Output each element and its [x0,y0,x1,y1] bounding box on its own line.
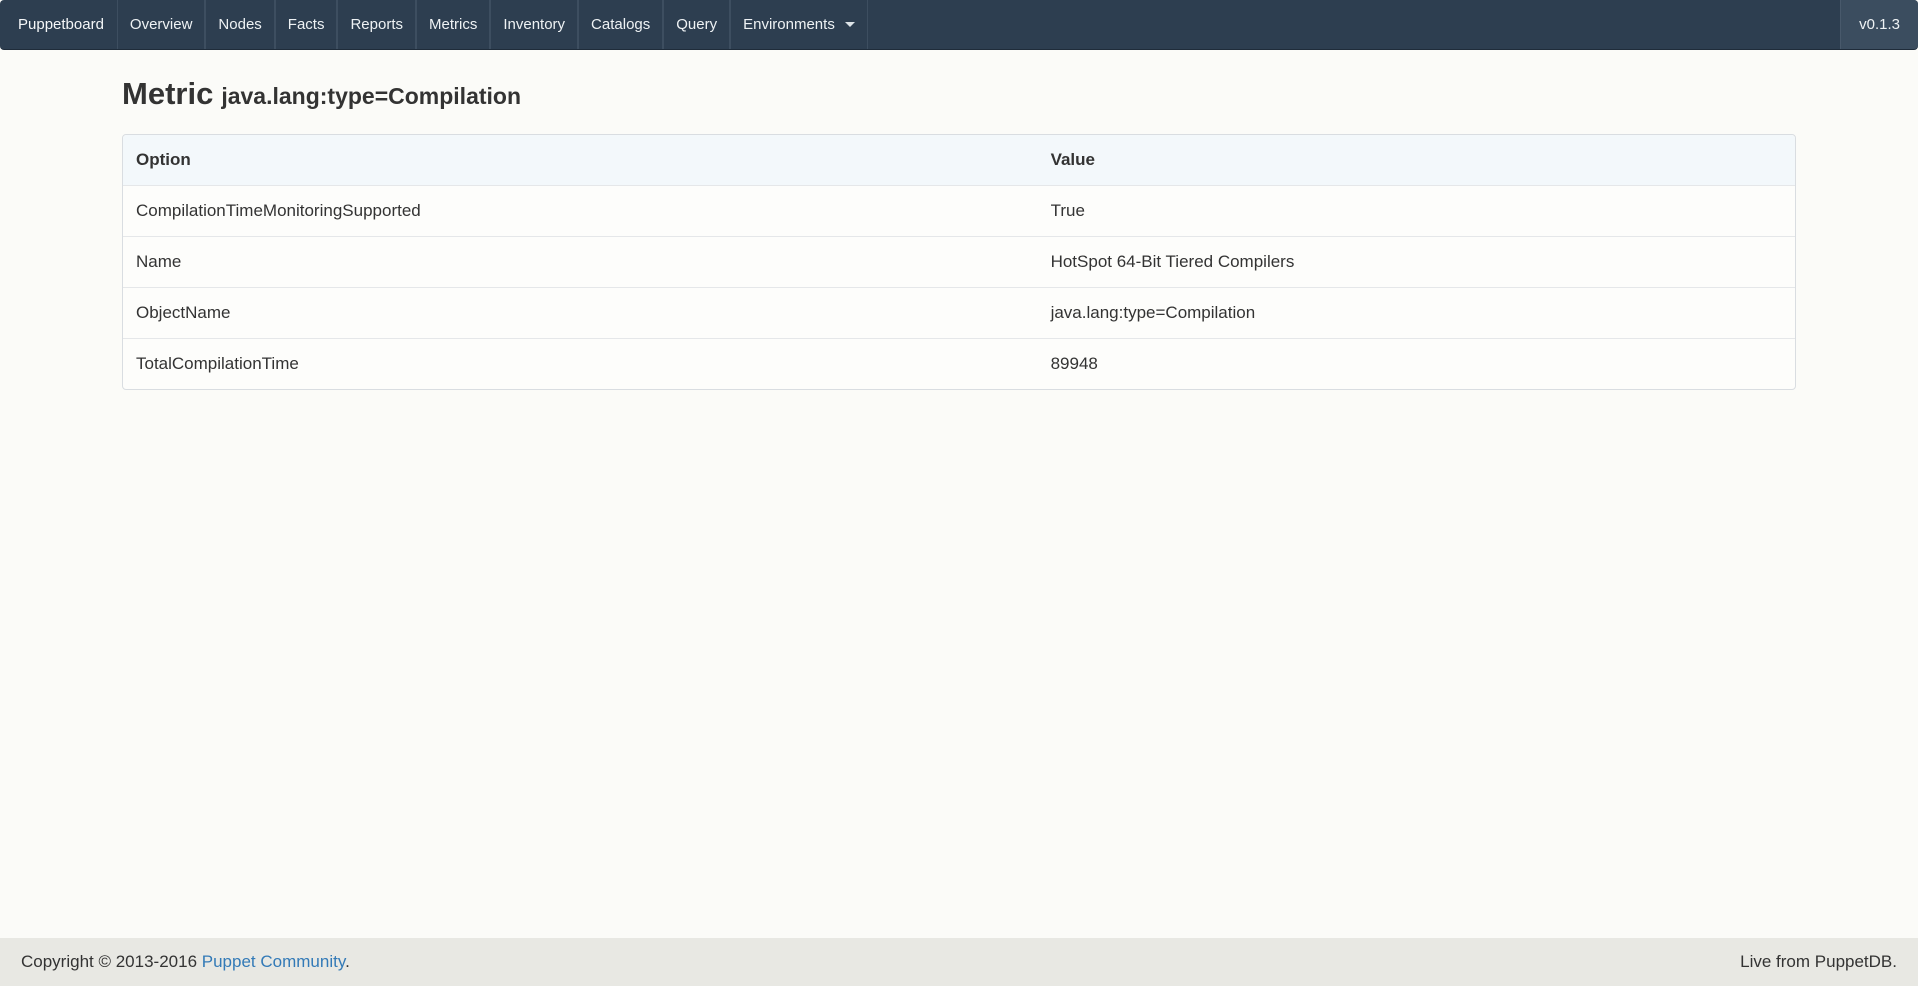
nav-item-label: Query [676,16,717,33]
nav-item-label: Metrics [429,16,477,33]
nav-item-overview[interactable]: Overview [117,0,206,49]
cell-option: ObjectName [123,287,1038,338]
puppet-community-link[interactable]: Puppet Community [202,952,345,971]
nav-item-inventory[interactable]: Inventory [490,0,578,49]
navbar-spacer [868,0,1840,49]
column-header-value: Value [1038,135,1795,185]
nav-item-label: Inventory [503,16,565,33]
page-title-text: Metric [122,76,213,111]
nav-item-query[interactable]: Query [663,0,730,49]
nav-item-reports[interactable]: Reports [337,0,416,49]
main-content: Metric java.lang:type=Compilation Option … [0,50,1918,938]
table-header-row: Option Value [123,135,1795,185]
navbar-menu: Overview Nodes Facts Reports Metrics Inventor… [117,0,868,49]
metric-table: Option Value CompilationTimeMonitoringSu… [122,134,1796,390]
nav-item-environments[interactable]: Environments [730,0,868,49]
nav-item-label: Nodes [218,16,261,33]
cell-option: CompilationTimeMonitoringSupported [123,185,1038,236]
nav-item-label: Catalogs [591,16,650,33]
version-badge: v0.1.3 [1840,0,1918,49]
cell-value: True [1038,185,1795,236]
column-header-option: Option [123,135,1038,185]
table-row: TotalCompilationTime89948 [123,338,1795,389]
cell-value: java.lang:type=Compilation [1038,287,1795,338]
nav-item-label: Reports [350,16,403,33]
footer: Copyright © 2013-2016 Puppet Community. … [0,938,1918,986]
cell-option: Name [123,236,1038,287]
nav-item-catalogs[interactable]: Catalogs [578,0,663,49]
nav-item-label: Environments [743,16,835,33]
table-row: CompilationTimeMonitoringSupportedTrue [123,185,1795,236]
cell-value: 89948 [1038,338,1795,389]
table-row: ObjectNamejava.lang:type=Compilation [123,287,1795,338]
cell-value: HotSpot 64-Bit Tiered Compilers [1038,236,1795,287]
table-row: NameHotSpot 64-Bit Tiered Compilers [123,236,1795,287]
page-subtitle: java.lang:type=Compilation [221,83,521,109]
nav-item-label: Overview [130,16,193,33]
navbar: Puppetboard Overview Nodes Facts Reports Met… [0,0,1918,50]
page-title: Metric java.lang:type=Compilation [122,76,1796,112]
nav-item-metrics[interactable]: Metrics [416,0,490,49]
footer-status: Live from PuppetDB. [1740,952,1897,972]
content-container: Metric java.lang:type=Compilation Option … [122,76,1796,390]
cell-option: TotalCompilationTime [123,338,1038,389]
navbar-brand[interactable]: Puppetboard [0,0,117,49]
metric-table-body: CompilationTimeMonitoringSupportedTrueNa… [123,185,1795,389]
copyright-suffix: . [345,952,350,971]
footer-copyright: Copyright © 2013-2016 Puppet Community. [21,952,350,972]
copyright-text: Copyright © 2013-2016 [21,952,197,971]
nav-item-nodes[interactable]: Nodes [205,0,274,49]
chevron-down-icon [845,22,855,27]
nav-item-facts[interactable]: Facts [275,0,338,49]
nav-item-label: Facts [288,16,325,33]
